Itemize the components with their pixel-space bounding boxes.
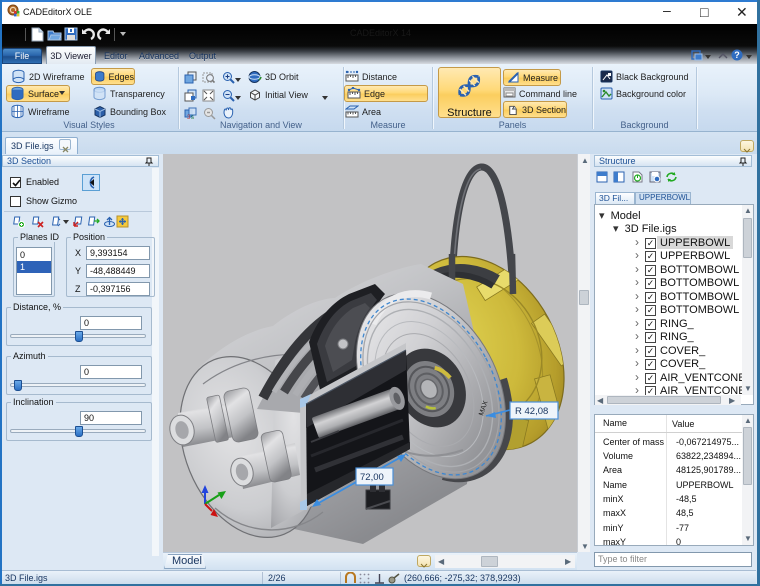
svg-text:R 42,08: R 42,08 (515, 406, 548, 417)
svg-text:s: s (191, 115, 194, 120)
svg-text:72,00: 72,00 (360, 472, 384, 483)
svg-text:?: ? (734, 50, 740, 60)
